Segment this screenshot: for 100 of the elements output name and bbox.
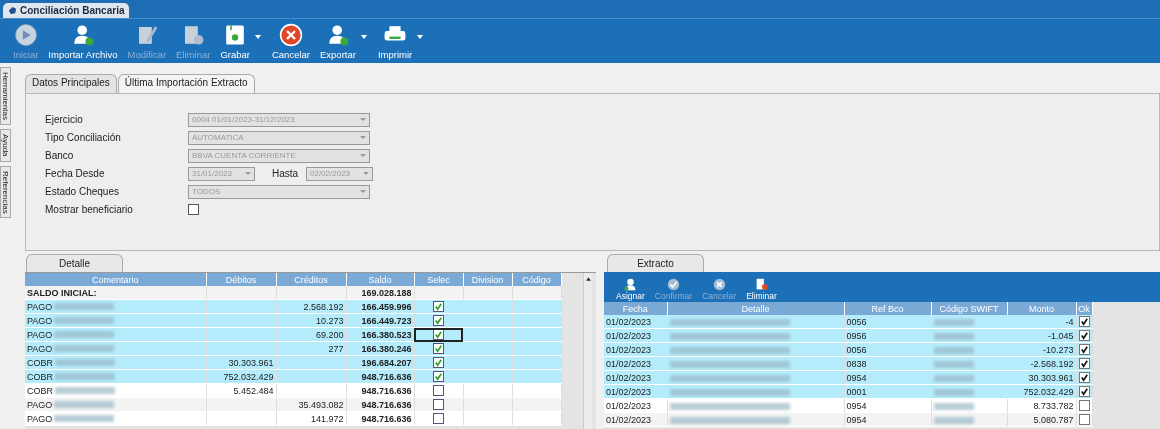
- checkbox[interactable]: [433, 301, 444, 313]
- table-cell: 0956: [846, 330, 867, 341]
- panel-tab[interactable]: Detalle: [26, 254, 123, 272]
- redacted-mark: [933, 374, 974, 382]
- table-cell: 166.380.523: [361, 329, 412, 340]
- column-header[interactable]: Código: [512, 273, 561, 286]
- column-header[interactable]: Monto: [1007, 302, 1076, 315]
- side-tab[interactable]: Herramientas: [0, 67, 11, 125]
- table-cell: 2.568.192: [303, 301, 344, 312]
- checkbox[interactable]: [433, 413, 444, 425]
- checkbox[interactable]: [1078, 386, 1090, 398]
- field-label: Estado Cheques: [45, 186, 120, 197]
- table-cell: 8.733.782: [1033, 400, 1074, 411]
- table-cell: 0056: [846, 344, 867, 355]
- checkbox[interactable]: [1078, 372, 1090, 384]
- caret-icon[interactable]: [254, 35, 261, 39]
- checkbox[interactable]: [433, 315, 444, 327]
- table-cell: 948.716.636: [361, 399, 412, 410]
- window-tab[interactable]: Conciliación Bancaria: [3, 3, 130, 18]
- table-cell: 5.080.787: [1033, 414, 1074, 425]
- redacted-mark: [933, 416, 974, 424]
- redacted-mark: [54, 415, 115, 422]
- caret-icon[interactable]: [360, 35, 367, 39]
- column-header[interactable]: Código SWIFT: [931, 302, 1007, 315]
- table-cell: 01/02/2023: [606, 344, 652, 355]
- checkbox[interactable]: [433, 399, 444, 411]
- table-cell: 0001: [846, 386, 867, 397]
- column-header[interactable]: Saldo: [346, 273, 414, 286]
- table-cell: 752.032.429: [223, 371, 274, 382]
- user-add-icon: [623, 278, 637, 291]
- checkbox[interactable]: [1078, 330, 1090, 342]
- checkbox[interactable]: [433, 357, 444, 369]
- caret-icon[interactable]: [417, 35, 424, 39]
- date-field[interactable]: 31/01/2023: [188, 166, 255, 181]
- table-cell: 169.028.188: [361, 287, 412, 298]
- column-header[interactable]: Detalle: [667, 302, 844, 315]
- checkbox[interactable]: [433, 329, 444, 341]
- table-cell: PAGO: [27, 315, 53, 326]
- toolbar-button[interactable]: Cancelar: [266, 22, 315, 60]
- checkbox[interactable]: [433, 371, 444, 383]
- field-label: Ejercicio: [45, 114, 84, 125]
- tab[interactable]: Última Importación Extracto: [117, 74, 255, 93]
- toolbar-button[interactable]: Importar Archivo: [43, 22, 123, 60]
- table-cell: 01/02/2023: [606, 358, 652, 369]
- date-field[interactable]: 02/02/2023: [306, 166, 373, 181]
- checkbox[interactable]: [1078, 400, 1090, 412]
- table-cell: -1.045: [1047, 330, 1074, 341]
- column-header[interactable]: Selec: [414, 273, 463, 286]
- play-icon: [13, 22, 38, 47]
- table-cell: PAGO: [27, 343, 53, 354]
- redacted-mark: [54, 331, 115, 338]
- toolbar-button[interactable]: Eliminar: [744, 278, 779, 301]
- redacted-mark: [933, 346, 974, 354]
- checkbox[interactable]: [433, 385, 444, 397]
- table-cell: 5.452.484: [233, 385, 274, 396]
- table-cell: PAGO: [27, 301, 53, 312]
- redacted-mark: [933, 332, 974, 340]
- scrollbar[interactable]: [583, 273, 592, 429]
- checkbox[interactable]: [1078, 358, 1090, 370]
- table-cell: 01/02/2023: [606, 372, 652, 383]
- toolbar-button[interactable]: Grabar: [215, 22, 255, 60]
- table-cell: 277: [328, 343, 344, 354]
- side-tab[interactable]: Referencias: [0, 165, 11, 219]
- redacted-mark: [933, 318, 974, 326]
- column-header[interactable]: Ref Bco: [844, 302, 931, 315]
- table-cell: 10.273: [315, 315, 344, 326]
- dropdown-field[interactable]: AUTOMATICA: [188, 130, 370, 145]
- table-cell: COBR: [27, 371, 53, 382]
- side-tab[interactable]: Ayuda: [0, 129, 11, 162]
- panel-tab[interactable]: Extracto: [607, 254, 704, 272]
- column-header[interactable]: Comentario: [25, 273, 206, 286]
- tab[interactable]: Datos Principales: [25, 74, 117, 93]
- dropdown-field[interactable]: 0004 01/01/2023-31/12/2023: [188, 112, 370, 127]
- column-header[interactable]: Fecha: [604, 302, 667, 315]
- checkbox[interactable]: [1078, 414, 1090, 426]
- table-cell: 141.972: [310, 413, 344, 424]
- column-header[interactable]: Débitos: [206, 273, 276, 286]
- field-label: Mostrar beneficiario: [45, 204, 134, 215]
- table-cell: 166.459.996: [361, 301, 412, 312]
- table-cell: 01/02/2023: [606, 316, 652, 327]
- checkbox[interactable]: [433, 343, 444, 355]
- dropdown-field[interactable]: TODOS: [188, 184, 370, 199]
- toolbar-button[interactable]: Imprimir: [372, 22, 418, 60]
- table-cell: 35.493.082: [298, 399, 344, 410]
- table-cell: 01/02/2023: [606, 414, 652, 425]
- arrow-icon[interactable]: [585, 277, 591, 281]
- checkbox[interactable]: [188, 204, 199, 215]
- redacted-mark: [933, 402, 974, 410]
- toolbar-button[interactable]: Asignar: [614, 278, 647, 301]
- table-cell: 30.303.961: [1028, 372, 1074, 383]
- checkbox[interactable]: [1078, 316, 1090, 328]
- table-cell: 0838: [846, 358, 867, 369]
- checkbox[interactable]: [1078, 344, 1090, 356]
- dropdown-field[interactable]: BBVA CUENTA CORRIENTE: [188, 148, 370, 163]
- toolbar-button[interactable]: Exportar: [315, 22, 361, 60]
- table-cell: 01/02/2023: [606, 330, 652, 341]
- table-cell: 948.716.636: [361, 371, 412, 382]
- table-cell: 0954: [846, 372, 867, 383]
- column-header[interactable]: Division: [463, 273, 512, 286]
- column-header[interactable]: Créditos: [276, 273, 346, 286]
